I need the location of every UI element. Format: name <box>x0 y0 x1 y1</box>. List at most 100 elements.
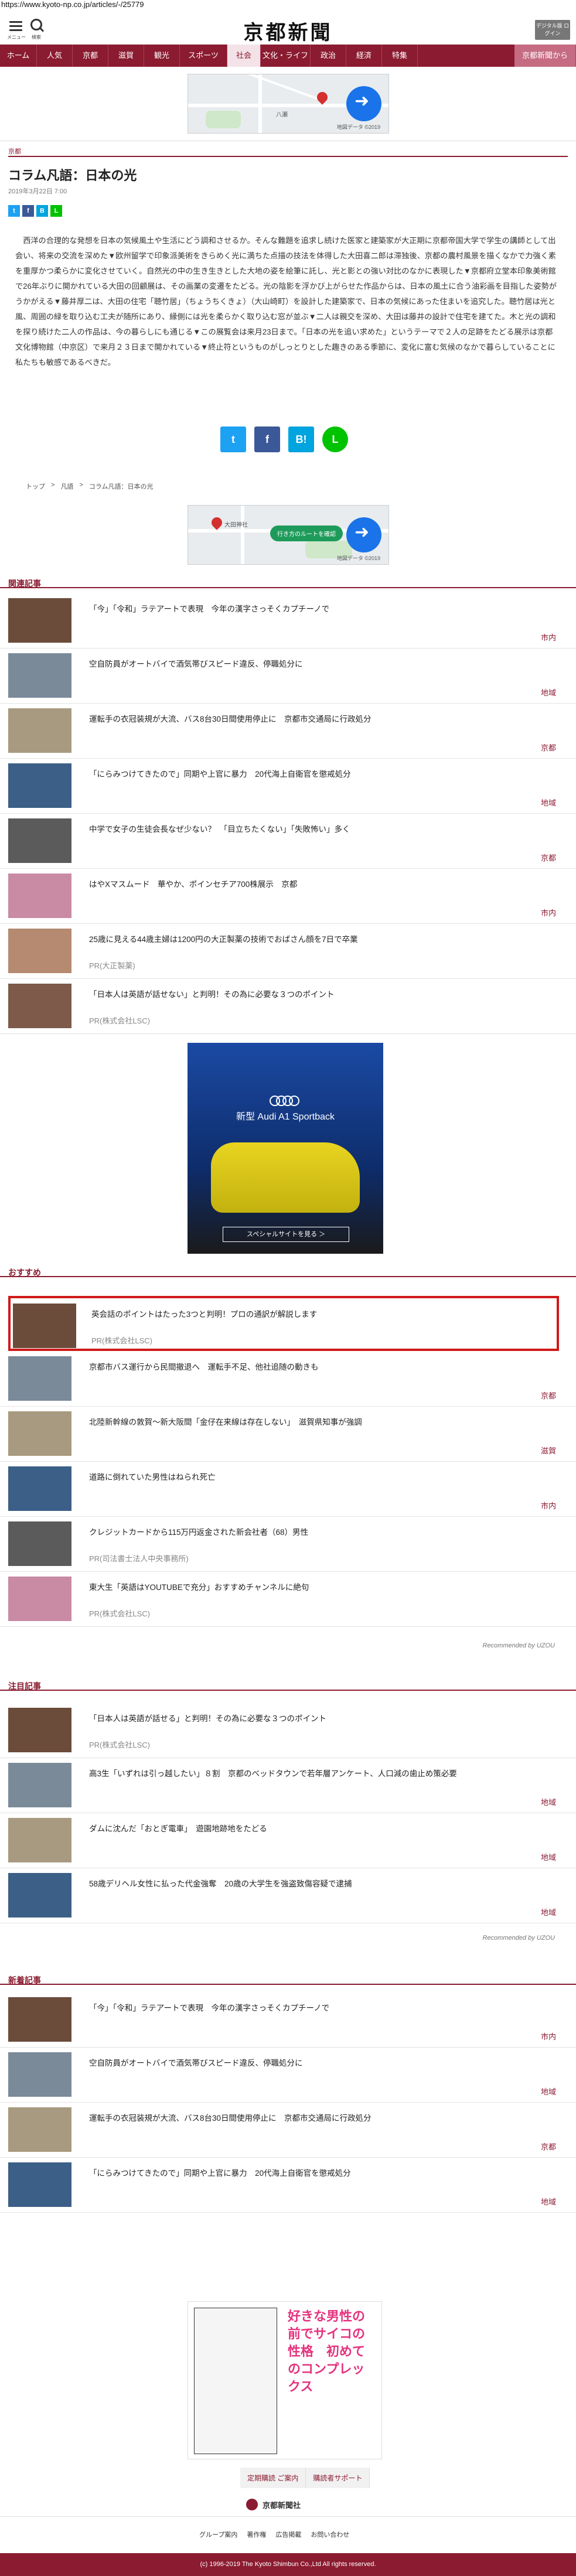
article-title-link[interactable]: クレジットカードから115万円返金された新会社者（68）男性 <box>89 1526 546 1537</box>
article-category-label[interactable]: 市内 <box>541 2031 556 2042</box>
article-thumbnail-image[interactable] <box>8 708 71 753</box>
article-thumbnail-image[interactable] <box>8 763 71 808</box>
article-title-link[interactable]: 25歳に見える44歳主婦は1200円の大正製薬の技術でおばさん顔を7日で卒業 <box>89 933 546 944</box>
article-title-link[interactable]: 高3生「いずれは引っ越したい」８割 京都のベッドタウンで若年層アンケート、人口減… <box>89 1767 546 1779</box>
breadcrumb-item[interactable]: 凡語 <box>60 482 73 491</box>
article-title-link[interactable]: 「日本人は英語が話せない」と判明！その為に必要な３つのポイント <box>89 988 546 999</box>
article-title-link[interactable]: 「今」「令和」ラテアートで表現 今年の漢字さっそくカプチーノで <box>89 2001 546 2013</box>
related-list-item[interactable]: はやXマスムード 華やか、ポインセチア700株展示 京都市内 <box>0 868 576 924</box>
manga-ad[interactable]: 好きな男性の前でサイコの性格 初めてのコンプレックス <box>188 2301 382 2459</box>
footer-link[interactable]: 広告掲載 <box>275 2530 301 2539</box>
nav-item[interactable]: スポーツ <box>180 45 227 67</box>
article-category-label[interactable]: 市内 <box>541 907 556 918</box>
article-category-label[interactable]: 地域 <box>541 1906 556 1918</box>
article-thumbnail-image[interactable] <box>8 929 71 973</box>
article-title-link[interactable]: 京都市バス運行から民間撤退へ 運転手不足、他社追随の動きも <box>89 1360 546 1372</box>
latest-list-item[interactable]: 「にらみつけてきたので」同期や上官に暴力 20代海上自衛官を懲戒処分 地域 <box>0 2157 576 2213</box>
recommend-list-item[interactable]: 英会話のポイントはたった3つと判明！プロの通訳が解説します PR(株式会社LSC) <box>8 1296 559 1351</box>
footer-button[interactable]: 定期購読 ご案内 <box>240 2468 306 2488</box>
hatena-share-icon[interactable]: B <box>36 205 48 217</box>
footer-link[interactable]: 著作権 <box>247 2530 266 2539</box>
footer-logo[interactable]: 京都新聞社 <box>246 2499 301 2510</box>
article-thumbnail-image[interactable] <box>8 2052 71 2097</box>
article-title-link[interactable]: 「にらみつけてきたので」同期や上官に暴力 20代海上自衛官を懲戒処分 <box>89 2166 546 2178</box>
article-title-link[interactable]: 「日本人は英語が話せる」と判明！その為に必要な３つのポイント <box>89 1712 546 1724</box>
hatena-share-large-icon[interactable]: B! <box>288 427 314 452</box>
audi-ad-cta[interactable]: スペシャルサイトを見る ＞ <box>223 1227 349 1242</box>
related-list-item[interactable]: 「日本人は英語が話せない」と判明！その為に必要な３つのポイント PR(株式会社LS… <box>0 978 576 1034</box>
recommend-list-item[interactable]: 道路に倒れていた男性はねられ死亡 市内 <box>0 1461 576 1517</box>
twitter-share-large-icon[interactable]: t <box>220 427 246 452</box>
nav-item[interactable]: 文化・ライフ <box>261 45 311 67</box>
article-thumbnail-image[interactable] <box>8 2162 71 2207</box>
article-category-label[interactable]: 地域 <box>541 687 556 698</box>
attention-list-item[interactable]: ダムに沈んだ「おとぎ電車」 遊園地跡地をたどる地域 <box>0 1813 576 1868</box>
recommend-list-item[interactable]: 京都市バス運行から民間撤退へ 運転手不足、他社追随の動きも京都 <box>0 1351 576 1407</box>
latest-list-item[interactable]: 空自防員がオートバイで酒気帯びスピード違反、停職処分に 地域 <box>0 2047 576 2103</box>
site-logo[interactable]: 京都新聞 <box>234 16 342 45</box>
facebook-share-large-icon[interactable]: f <box>254 427 280 452</box>
article-category-label[interactable]: 地域 <box>541 1851 556 1862</box>
article-title-link[interactable]: はやXマスムード 華やか、ポインセチア700株展示 京都 <box>89 878 546 889</box>
nav-item[interactable]: 政治 <box>311 45 346 67</box>
related-list-item[interactable]: 25歳に見える44歳主婦は1200円の大正製薬の技術でおばさん顔を7日で卒業 PR… <box>0 923 576 979</box>
article-thumbnail-image[interactable] <box>8 1997 71 2042</box>
article-title-link[interactable]: 北陸新幹線の敦賀～新大阪間「金仔在来線は存在しない」 滋賀県知事が強調 <box>89 1415 546 1427</box>
article-title-link[interactable]: 空自防員がオートバイで酒気帯びスピード違反、停職処分に <box>89 2056 546 2068</box>
article-category-label[interactable]: 市内 <box>541 632 556 643</box>
nav-item[interactable]: 京都新聞から <box>514 45 576 67</box>
digital-login-button[interactable]: デジタル版 ログイン <box>535 20 570 40</box>
attention-list-item[interactable]: 58歳デリヘル女性に払った代金強奪 20歳の大学生を強盗致傷容疑で逮捕 地域 <box>0 1868 576 1923</box>
breadcrumb-item[interactable]: トップ <box>26 482 45 491</box>
related-list-item[interactable]: 「今」「令和」ラテアートで表現 今年の漢字さっそくカプチーノで 市内 <box>0 593 576 649</box>
related-list-item[interactable]: 中学で女子の生徒会長なぜ少ない？ 「目立ちたくない」「失敗怖い」多く 京都 <box>0 813 576 869</box>
recommend-list-item[interactable]: 北陸新幹線の敦賀～新大阪間「金仔在来線は存在しない」 滋賀県知事が強調滋賀 <box>0 1406 576 1462</box>
directions-icon[interactable] <box>346 86 381 121</box>
article-title-link[interactable]: 運転手の衣冠装規が大流、バス8台30日間使用停止に 京都市交通局に行政処分 <box>89 2111 546 2123</box>
nav-item[interactable]: 社会 <box>227 45 261 67</box>
article-thumbnail-image[interactable] <box>8 1708 71 1752</box>
article-title-link[interactable]: 運転手の衣冠装規が大流、バス8台30日間使用停止に 京都市交通局に行政処分 <box>89 712 546 724</box>
footer-link[interactable]: お問い合わせ <box>311 2530 349 2539</box>
nav-item[interactable]: 滋賀 <box>108 45 144 67</box>
article-thumbnail-image[interactable] <box>8 1873 71 1918</box>
article-category-label[interactable]: 京都 <box>541 1390 556 1401</box>
article-thumbnail-image[interactable] <box>8 1763 71 1807</box>
article-category-label[interactable]: 市内 <box>541 1500 556 1511</box>
article-title-link[interactable]: 英会話のポイントはたった3つと判明！プロの通訳が解説します <box>91 1308 548 1319</box>
article-thumbnail-image[interactable] <box>8 874 71 918</box>
footer-link[interactable]: グループ案内 <box>199 2530 237 2539</box>
twitter-share-icon[interactable]: t <box>8 205 20 217</box>
footer-button[interactable]: 購読者サポート <box>306 2468 370 2488</box>
nav-item[interactable]: 観光 <box>144 45 180 67</box>
article-thumbnail-image[interactable] <box>8 1577 71 1621</box>
article-title-link[interactable]: 空自防員がオートバイで酒気帯びスピード違反、停職処分に <box>89 657 546 669</box>
search-icon[interactable] <box>30 19 42 30</box>
nav-item[interactable]: 京都 <box>73 45 108 67</box>
audi-ad[interactable]: 新型 Audi A1 Sportback スペシャルサイトを見る ＞ <box>188 1043 383 1254</box>
article-thumbnail-image[interactable] <box>13 1304 76 1348</box>
article-category-label[interactable]: 京都 <box>541 742 556 753</box>
article-thumbnail-image[interactable] <box>8 1521 71 1566</box>
article-title-link[interactable]: 中学で女子の生徒会長なぜ少ない？ 「目立ちたくない」「失敗怖い」多く <box>89 823 546 834</box>
line-share-large-icon[interactable]: L <box>322 427 348 452</box>
nav-item[interactable]: ホーム <box>0 45 37 67</box>
article-category[interactable]: 京都 <box>8 146 21 156</box>
address-bar-url[interactable]: https://www.kyoto-np.co.jp/articles/-/25… <box>1 0 144 9</box>
article-thumbnail-image[interactable] <box>8 1411 71 1456</box>
article-thumbnail-image[interactable] <box>8 818 71 863</box>
related-list-item[interactable]: 「にらみつけてきたので」同期や上官に暴力 20代海上自衛官を懲戒処分 地域 <box>0 758 576 814</box>
map-ad-top[interactable]: 八瀬 地図データ ©2019 <box>188 74 389 134</box>
article-thumbnail-image[interactable] <box>8 1818 71 1862</box>
facebook-share-icon[interactable]: f <box>22 205 34 217</box>
latest-list-item[interactable]: 運転手の衣冠装規が大流、バス8台30日間使用停止に 京都市交通局に行政処分 京都 <box>0 2102 576 2158</box>
article-thumbnail-image[interactable] <box>8 1466 71 1511</box>
directions-icon[interactable] <box>346 517 381 552</box>
article-category-label[interactable]: 滋賀 <box>541 1445 556 1456</box>
nav-item[interactable]: 特集 <box>382 45 418 67</box>
article-category-label[interactable]: 地域 <box>541 797 556 808</box>
article-title-link[interactable]: ダムに沈んだ「おとぎ電車」 遊園地跡地をたどる <box>89 1822 546 1834</box>
attention-list-item[interactable]: 「日本人は英語が話せる」と判明！その為に必要な３つのポイント PR(株式会社LSC… <box>0 1702 576 1758</box>
article-thumbnail-image[interactable] <box>8 2107 71 2152</box>
article-thumbnail-image[interactable] <box>8 1356 71 1401</box>
